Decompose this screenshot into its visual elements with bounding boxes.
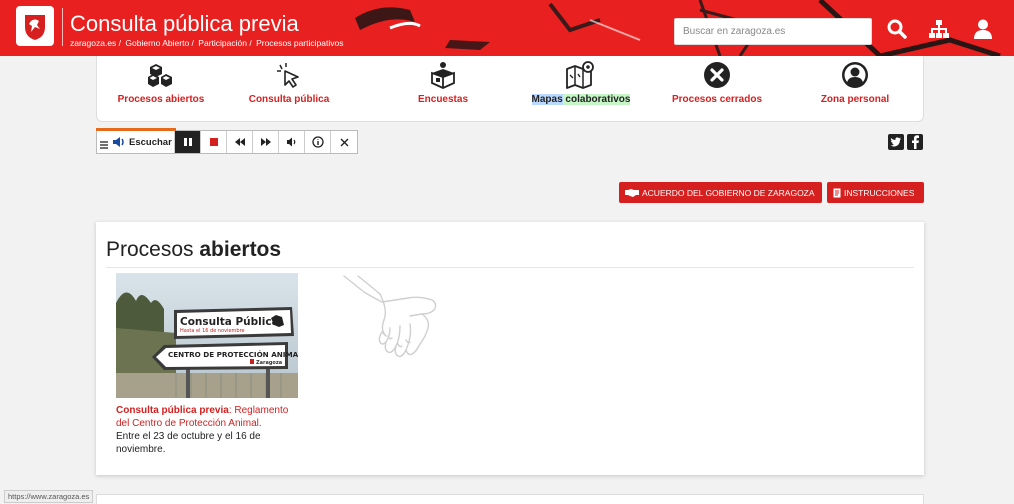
readspeaker-toolbar: Escuchar bbox=[96, 128, 358, 154]
nav-zona-personal[interactable]: Zona personal bbox=[791, 56, 919, 122]
listen-label: Escuchar bbox=[129, 136, 172, 148]
volume-icon bbox=[286, 137, 295, 147]
nav-label: Mapas colaborativos bbox=[517, 94, 645, 105]
document-icon bbox=[833, 188, 841, 197]
facebook-icon bbox=[912, 135, 919, 149]
reader-accent-line bbox=[96, 128, 176, 131]
menu-icon bbox=[100, 141, 108, 149]
cubes-icon bbox=[146, 60, 176, 90]
status-bar-url: https://www.zaragoza.es bbox=[4, 490, 94, 503]
stop-button[interactable] bbox=[201, 131, 227, 153]
facebook-share-button[interactable] bbox=[907, 134, 923, 150]
fast-forward-icon bbox=[260, 138, 271, 146]
close-circle-icon bbox=[702, 60, 732, 90]
forward-button[interactable] bbox=[253, 131, 279, 153]
nav-label: Encuestas bbox=[417, 94, 469, 105]
twitter-icon bbox=[890, 137, 901, 147]
process-thumbnail[interactable]: Consulta Pública Hasta el 16 de noviembr… bbox=[116, 273, 298, 398]
section-title: Procesos abiertos bbox=[106, 238, 281, 262]
nav-procesos-cerrados[interactable]: Procesos cerrados bbox=[653, 56, 781, 122]
stop-icon bbox=[209, 138, 218, 146]
twitter-share-button[interactable] bbox=[888, 134, 904, 150]
divider bbox=[106, 267, 914, 268]
nav-label: Zona personal bbox=[820, 94, 890, 105]
info-icon bbox=[311, 136, 324, 148]
site-header: Consulta pública previa zaragoza.es / Go… bbox=[0, 0, 1014, 56]
next-card bbox=[96, 494, 924, 504]
pause-button[interactable] bbox=[175, 131, 201, 153]
section-title-bold: abiertos bbox=[199, 238, 282, 261]
listen-button[interactable]: Escuchar bbox=[97, 131, 175, 153]
person-circle-icon bbox=[840, 60, 870, 90]
breadcrumb-home[interactable]: zaragoza.es / bbox=[70, 38, 121, 48]
agreement-button[interactable]: ACUERDO DEL GOBIERNO DE ZARAGOZA bbox=[619, 182, 822, 203]
sign-city-text: Zaragoza bbox=[256, 360, 282, 366]
search-icon[interactable] bbox=[884, 16, 910, 42]
caption-dates: Entre el 23 de octubre y el 16 de noviem… bbox=[116, 431, 261, 455]
sitemap-icon[interactable] bbox=[926, 16, 952, 42]
handshake-icon bbox=[625, 188, 639, 197]
nav-label: Procesos cerrados bbox=[671, 94, 763, 105]
rewind-button[interactable] bbox=[227, 131, 253, 153]
city-logo[interactable] bbox=[16, 6, 54, 46]
speaker-icon bbox=[113, 137, 124, 147]
nav-label: Procesos abiertos bbox=[117, 94, 205, 105]
lion-emblem-icon bbox=[25, 15, 45, 40]
breadcrumb-procesos[interactable]: Procesos participativos bbox=[256, 38, 343, 48]
agreement-label: ACUERDO DEL GOBIERNO DE ZARAGOZA bbox=[642, 187, 815, 198]
sign-photo: Consulta Pública Hasta el 16 de noviembr… bbox=[116, 273, 298, 398]
map-icon bbox=[566, 60, 596, 90]
open-processes-card: Procesos abiertos Consulta Pública Hasta… bbox=[96, 222, 924, 475]
sign-top-sub: Hasta el 16 de noviembre bbox=[180, 328, 245, 334]
nav-label: Consulta pública bbox=[248, 94, 330, 105]
pointer-icon bbox=[274, 60, 304, 90]
breadcrumb-participacion[interactable]: Participación / bbox=[198, 38, 251, 48]
section-title-plain: Procesos bbox=[106, 238, 200, 261]
page-title: Consulta pública previa bbox=[70, 11, 299, 36]
volume-button[interactable] bbox=[279, 131, 305, 153]
breadcrumb: zaragoza.es / Gobierno Abierto / Partici… bbox=[70, 38, 345, 48]
nav-label-part: colaborativos bbox=[562, 94, 631, 105]
caption-prefix: Consulta pública previa bbox=[116, 405, 229, 416]
sign-top-text: Consulta Pública bbox=[180, 316, 279, 328]
close-button[interactable] bbox=[331, 131, 357, 153]
process-caption[interactable]: Consulta pública previa: Reglamento del … bbox=[116, 404, 301, 456]
nav-consulta-publica[interactable]: Consulta pública bbox=[225, 56, 353, 122]
info-button[interactable] bbox=[305, 131, 331, 153]
nav-encuestas[interactable]: Encuestas bbox=[379, 56, 507, 122]
ballot-box-icon bbox=[428, 60, 458, 90]
sign-bottom-text: CENTRO DE PROTECCIÓN ANIMAL bbox=[168, 350, 298, 359]
close-icon bbox=[340, 138, 348, 146]
hand-illustration bbox=[343, 275, 437, 358]
nav-label-part: Mapas bbox=[531, 94, 563, 105]
pause-icon bbox=[183, 138, 192, 146]
rewind-icon bbox=[234, 138, 245, 146]
search-input[interactable]: Buscar en zaragoza.es bbox=[674, 18, 872, 45]
user-icon[interactable] bbox=[970, 16, 996, 42]
logo-divider bbox=[62, 8, 63, 46]
nav-mapas-colaborativos[interactable]: Mapas colaborativos bbox=[517, 56, 645, 122]
main-nav: Procesos abiertos Consulta pública Encue… bbox=[96, 56, 924, 122]
instructions-button[interactable]: INSTRUCCIONES bbox=[827, 182, 924, 203]
nav-procesos-abiertos[interactable]: Procesos abiertos bbox=[97, 56, 225, 122]
instructions-label: INSTRUCCIONES bbox=[844, 187, 915, 198]
breadcrumb-gobierno-abierto[interactable]: Gobierno Abierto / bbox=[125, 38, 194, 48]
